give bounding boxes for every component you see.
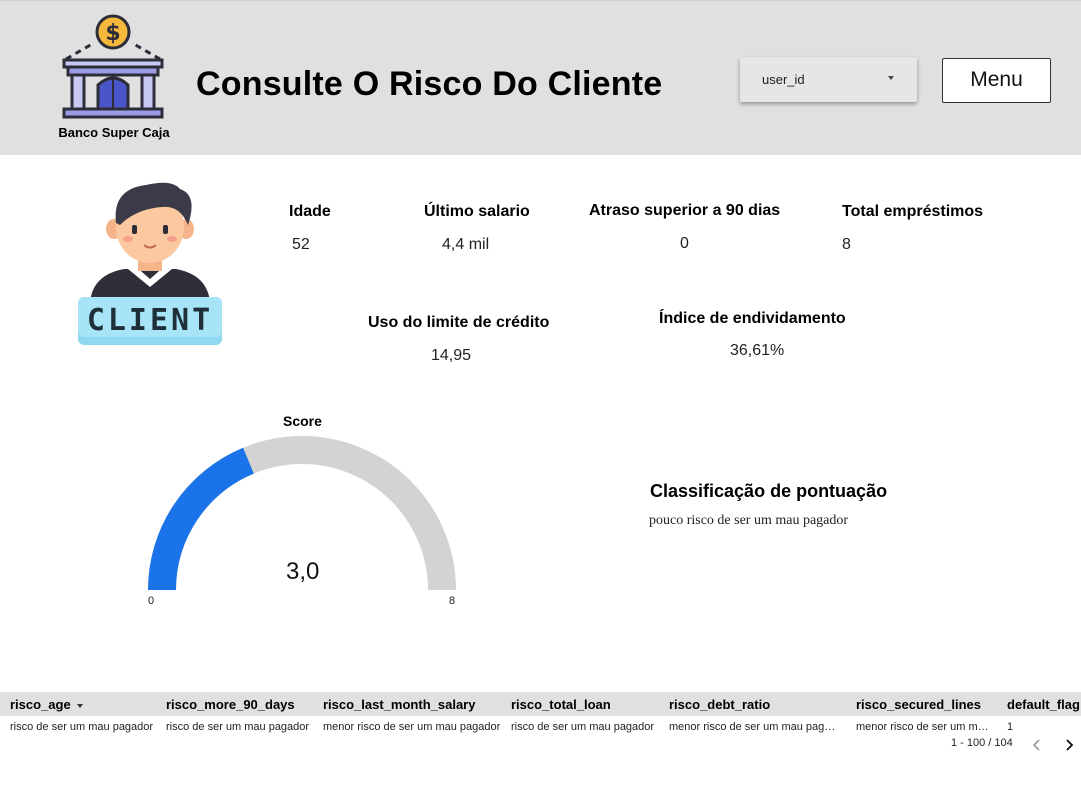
client-badge-text: CLIENT [86,303,214,338]
score-value: 3,0 [286,558,320,585]
column-header-default-flag[interactable]: default_flag [1007,697,1080,712]
gauge-min-label: 0 [148,595,155,607]
metric-value-indice-endividamento: 36,61% [730,342,785,359]
table-cell: risco de ser um mau pagador [166,721,310,733]
column-header-label: risco_age [10,697,71,712]
metric-value-total-emprestimos: 8 [842,236,851,253]
table-cell: 1 [1007,721,1014,733]
bank-name: Banco Super Caja [58,125,170,140]
sort-caret-icon [76,703,83,708]
metric-label-total-emprestimos: Total empréstimos [842,203,984,220]
page-title: Consulte O Risco Do Cliente [196,65,663,103]
gauge-max-label: 8 [449,595,456,607]
user-id-dropdown[interactable]: user_id [740,57,917,102]
metric-value-atraso: 0 [680,235,689,252]
metric-value-uso-limite: 14,95 [431,347,472,364]
classification-text: pouco risco de ser um mau pagador [649,513,849,528]
metric-value-idade: 52 [292,236,310,253]
column-header-risco-secured-lines[interactable]: risco_secured_lines [856,697,981,712]
metric-label-atraso: Atraso superior a 90 dias [589,202,781,219]
chevron-right-icon[interactable] [1062,737,1076,753]
table-cell: menor risco de ser um mau pagador [856,721,990,733]
metric-label-indice-endividamento: Índice de endividamento [659,310,846,327]
table-cell: menor risco de ser um mau pagador [669,721,841,733]
metric-value-ultimo-salario: 4,4 mil [442,236,490,253]
column-header-risco-debt-ratio[interactable]: risco_debt_ratio [669,697,770,712]
bank-logo: $ Banco Super Caja [56,13,171,141]
column-header-risco-total-loan[interactable]: risco_total_loan [511,697,611,712]
client-avatar: CLIENT [76,175,224,347]
bank-building-icon: $ [62,14,164,119]
dropdown-value: user_id [762,72,805,87]
table-header: risco_age risco_more_90_days risco_last_… [0,692,1081,716]
table-cell: risco de ser um mau pagador [511,721,655,733]
metric-label-uso-limite: Uso do limite de crédito [368,314,550,331]
pagination-range: 1 - 100 / 104 [951,737,1013,749]
column-header-risco-more-90-days[interactable]: risco_more_90_days [166,697,295,712]
table-cell: menor risco de ser um mau pagador [323,721,501,733]
metric-label-ultimo-salario: Último salario [424,203,530,220]
table-cell: risco de ser um mau pagador [10,721,154,733]
classification-title: Classificação de pontuação [650,481,888,501]
score-title: Score [283,413,322,429]
column-header-risco-last-month-salary[interactable]: risco_last_month_salary [323,697,475,712]
column-header-risco-age[interactable]: risco_age [10,697,83,712]
metric-label-idade: Idade [289,203,331,220]
menu-button[interactable]: Menu [942,58,1051,103]
gauge-fill [148,447,255,591]
chevron-down-icon [888,76,894,80]
header-bar: $ Banco Super Caja Consulte O Risco Do C… [0,0,1081,155]
chevron-left-icon[interactable] [1030,737,1044,753]
svg-text:$: $ [105,21,120,46]
